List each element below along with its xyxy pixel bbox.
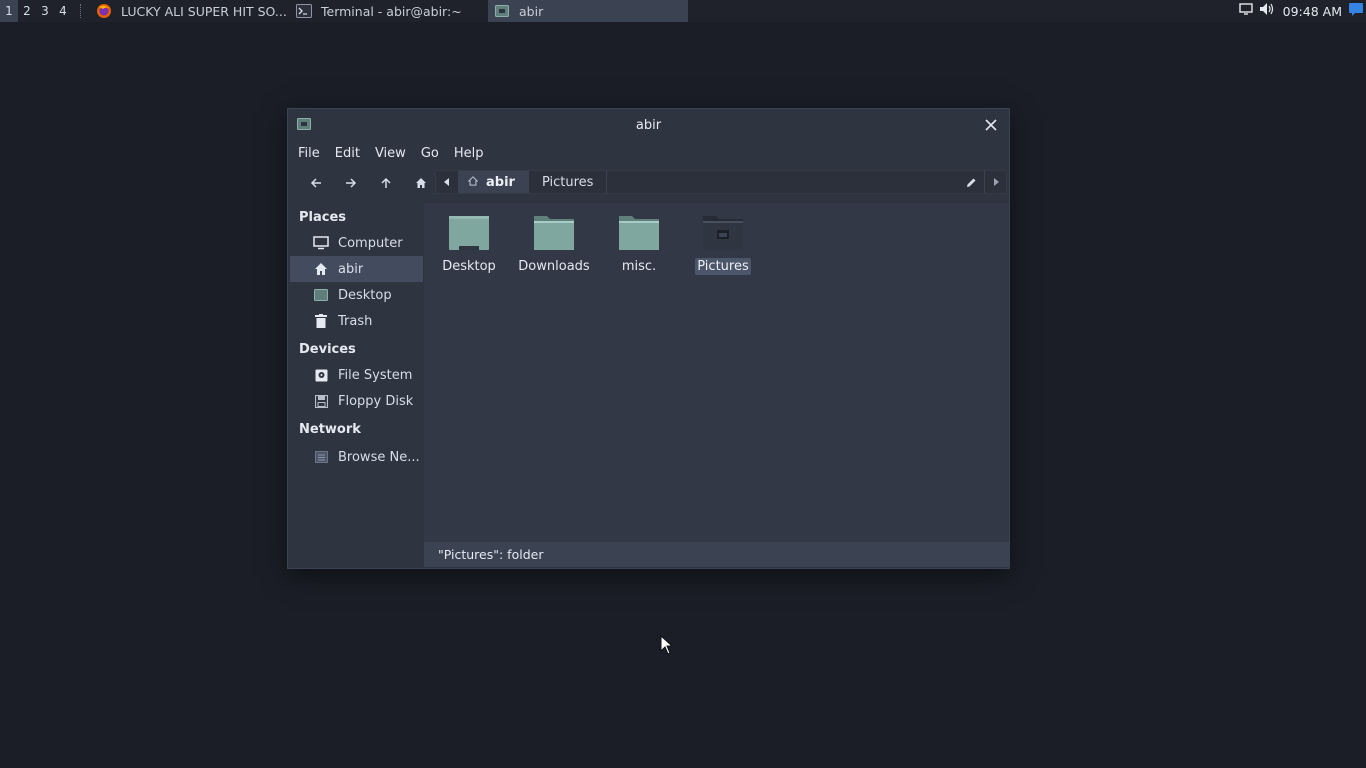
path-scroll-right-icon[interactable] [984, 171, 1006, 193]
file-item-pictures[interactable]: Pictures [686, 213, 760, 275]
sidebar-item-trash[interactable]: Trash [290, 308, 423, 334]
sidebar-item-label: Desktop [338, 287, 392, 303]
status-text: "Pictures": folder [438, 547, 544, 562]
menu-file[interactable]: File [298, 146, 328, 161]
sidebar-heading-devices: Devices [299, 341, 356, 357]
taskbar-item-terminal[interactable]: Terminal - abir@abir:~ [290, 0, 488, 22]
system-tray: 09:48 AM [1238, 0, 1366, 22]
terminal-icon [296, 3, 312, 19]
window-title: abir [635, 117, 662, 133]
up-button[interactable] [368, 170, 403, 196]
notification-icon[interactable] [1348, 2, 1364, 20]
file-item-label: Pictures [695, 258, 751, 275]
close-icon[interactable] [983, 117, 999, 133]
firefox-icon [96, 3, 112, 19]
display-icon[interactable] [1238, 2, 1253, 20]
menu-go[interactable]: Go [421, 146, 447, 161]
back-button[interactable] [298, 170, 333, 196]
taskbar-item-firefox[interactable]: LUCKY ALI SUPER HIT SO... [90, 0, 290, 22]
breadcrumb-home[interactable]: abir [458, 171, 529, 193]
file-item-misc[interactable]: misc. [602, 213, 676, 275]
desktop-icon [313, 287, 329, 303]
home-icon [415, 178, 426, 188]
breadcrumb-label: abir [486, 174, 515, 190]
arrow-left-icon [310, 178, 321, 188]
sidebar-item-desktop[interactable]: Desktop [290, 282, 423, 308]
file-item-label: Desktop [442, 259, 496, 274]
desktop-folder-icon [447, 213, 491, 251]
toolbar: abir Pictures [288, 165, 1009, 201]
clock[interactable]: 09:48 AM [1283, 4, 1342, 19]
workspace-1[interactable]: 1 [0, 0, 18, 22]
sidebar-item-file-system[interactable]: File System [290, 362, 423, 388]
menu-bar: File Edit View Go Help [288, 141, 1009, 165]
sidebar-item-label: Floppy Disk [338, 393, 414, 409]
sidebar-heading-places: Places [299, 209, 347, 225]
menu-edit[interactable]: Edit [335, 146, 368, 161]
top-panel: 1 2 3 4 LUCKY ALI SUPER HIT SO... Termin… [0, 0, 1366, 22]
file-manager-window: abir File Edit View Go Help abir Picture… [287, 108, 1010, 569]
volume-icon[interactable] [1259, 2, 1275, 20]
sidebar-heading-network: Network [299, 421, 361, 437]
file-view[interactable]: Desktop Downloads misc. Pictures [424, 202, 1009, 542]
status-bar: "Pictures": folder [424, 542, 1009, 567]
file-item-label: misc. [621, 259, 657, 274]
workspace-3[interactable]: 3 [36, 0, 54, 22]
sidebar-item-computer[interactable]: Computer [290, 230, 423, 256]
sidebar-item-browse-network[interactable]: Browse Ne... [290, 444, 423, 470]
taskbar-item-label: LUCKY ALI SUPER HIT SO... [121, 3, 287, 19]
taskbar-item-label: Terminal - abir@abir:~ [321, 3, 462, 19]
trash-icon [313, 313, 329, 329]
file-item-desktop[interactable]: Desktop [432, 213, 506, 275]
home-icon [467, 175, 479, 190]
taskbar-item-label: abir [519, 3, 544, 19]
mouse-cursor-icon [660, 634, 674, 659]
file-item-downloads[interactable]: Downloads [517, 213, 591, 275]
file-item-label: Downloads [518, 259, 590, 274]
path-scroll-left-icon[interactable] [436, 171, 458, 193]
taskbar-item-file-manager[interactable]: abir [488, 0, 688, 22]
sidebar: Places Computer abir Desktop Trash Devic… [288, 202, 423, 568]
file-manager-icon [494, 3, 510, 19]
window-app-icon [297, 118, 311, 134]
breadcrumb-label: Pictures [541, 174, 594, 190]
floppy-icon [313, 393, 329, 409]
workspace-2[interactable]: 2 [18, 0, 36, 22]
folder-icon [617, 213, 661, 251]
home-button[interactable] [403, 170, 438, 196]
workspace-4[interactable]: 4 [54, 0, 72, 22]
edit-path-icon[interactable] [958, 171, 984, 193]
sidebar-item-floppy-disk[interactable]: Floppy Disk [290, 388, 423, 414]
sidebar-item-label: Trash [338, 313, 373, 329]
menu-view[interactable]: View [375, 146, 414, 161]
monitor-icon [313, 235, 329, 251]
arrow-up-icon [380, 177, 391, 188]
home-icon [313, 261, 329, 277]
panel-separator [80, 4, 88, 18]
sidebar-item-home[interactable]: abir [290, 256, 423, 282]
pictures-folder-icon [701, 213, 745, 251]
window-titlebar[interactable]: abir [288, 109, 1009, 141]
sidebar-item-label: abir [338, 261, 364, 277]
menu-help[interactable]: Help [454, 146, 492, 161]
forward-button[interactable] [333, 170, 368, 196]
sidebar-item-label: Computer [338, 235, 403, 251]
network-icon [313, 449, 329, 465]
arrow-right-icon [345, 178, 356, 188]
sidebar-item-label: Browse Ne... [338, 449, 420, 465]
breadcrumb-pictures[interactable]: Pictures [529, 171, 608, 193]
folder-icon [532, 213, 576, 251]
path-bar: abir Pictures [435, 170, 1007, 194]
drive-icon [313, 367, 329, 383]
sidebar-item-label: File System [338, 367, 413, 383]
